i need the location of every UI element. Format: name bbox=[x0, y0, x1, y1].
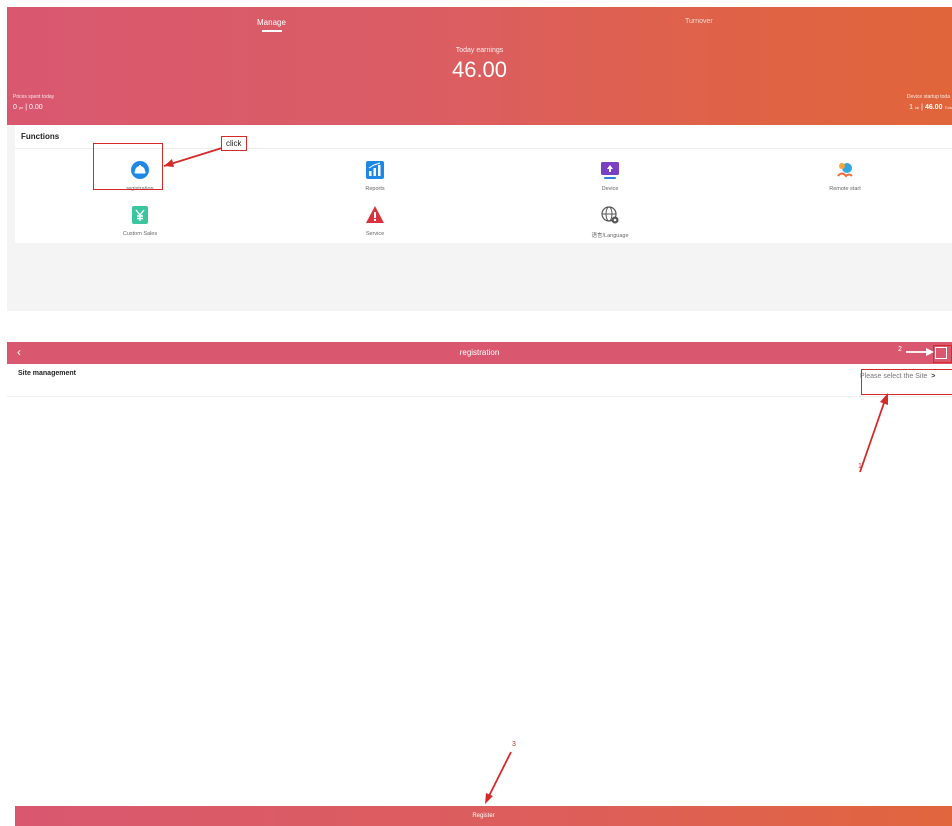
function-label: Reports bbox=[365, 186, 385, 192]
prices-spent-unit: pe bbox=[18, 105, 24, 110]
language-icon bbox=[600, 205, 620, 225]
annotation-arrow-click bbox=[163, 147, 223, 167]
annotation-number-1: 1 bbox=[858, 463, 862, 470]
function-custom-sales[interactable]: Custom Sales bbox=[60, 205, 220, 237]
tab-turnover[interactable]: Turnover bbox=[685, 18, 713, 25]
register-button[interactable]: Register bbox=[15, 806, 952, 826]
function-label: 语言/Language bbox=[591, 233, 629, 239]
device-startup-value: 1 tai | 46.00 Tota bbox=[909, 104, 952, 111]
device-startup-amount: 46.00 bbox=[924, 104, 943, 111]
function-language[interactable]: 语言/Language bbox=[530, 205, 690, 239]
today-earnings-label: Today earnings bbox=[455, 47, 504, 54]
site-management-row[interactable]: Site management Please select the Site > bbox=[7, 364, 952, 397]
reports-icon bbox=[365, 160, 385, 180]
function-label: Remote start bbox=[829, 186, 861, 192]
annotation-number-3: 3 bbox=[512, 741, 516, 748]
prices-spent-count: 0 bbox=[13, 104, 17, 111]
prices-spent-sep: | bbox=[25, 104, 28, 111]
tab-manage[interactable]: Manage bbox=[257, 18, 286, 27]
functions-title: Functions bbox=[21, 132, 60, 141]
prices-spent-label: Prices spent today bbox=[13, 94, 55, 100]
custom-sales-icon bbox=[130, 205, 150, 225]
today-earnings-value: 46.00 bbox=[451, 57, 508, 82]
service-icon bbox=[365, 205, 385, 225]
function-label: Device bbox=[601, 186, 619, 192]
function-label: Custom Sales bbox=[122, 231, 158, 237]
function-reports[interactable]: Reports bbox=[295, 160, 455, 192]
function-device[interactable]: Device bbox=[530, 160, 690, 192]
device-startup-label: Device startup toda bbox=[906, 94, 950, 100]
registration-title: registration bbox=[459, 348, 500, 357]
device-icon bbox=[600, 160, 620, 180]
device-startup-suffix: Tota bbox=[944, 105, 952, 110]
function-label: Service bbox=[365, 231, 385, 237]
device-startup-count: 1 bbox=[909, 104, 914, 111]
remote-start-icon bbox=[835, 160, 855, 180]
device-startup-unit: tai bbox=[914, 105, 920, 110]
function-service[interactable]: Service bbox=[295, 205, 455, 237]
annotation-arrow-2 bbox=[906, 348, 934, 356]
manage-header: Manage Turnover Today earnings 46.00 Pri… bbox=[7, 7, 952, 125]
prices-spent-value: 0 pe | 0.00 bbox=[13, 104, 43, 111]
function-remote-start[interactable]: Remote start bbox=[765, 160, 925, 192]
tab-active-indicator bbox=[262, 30, 282, 32]
registration-header: ‹ registration bbox=[7, 342, 952, 364]
prices-spent-amount: 0.00 bbox=[29, 104, 43, 111]
annotation-arrow-3 bbox=[485, 751, 512, 804]
device-startup-sep: | bbox=[921, 104, 923, 111]
annotation-number-2: 2 bbox=[898, 346, 902, 353]
site-management-label: Site management bbox=[18, 370, 76, 377]
